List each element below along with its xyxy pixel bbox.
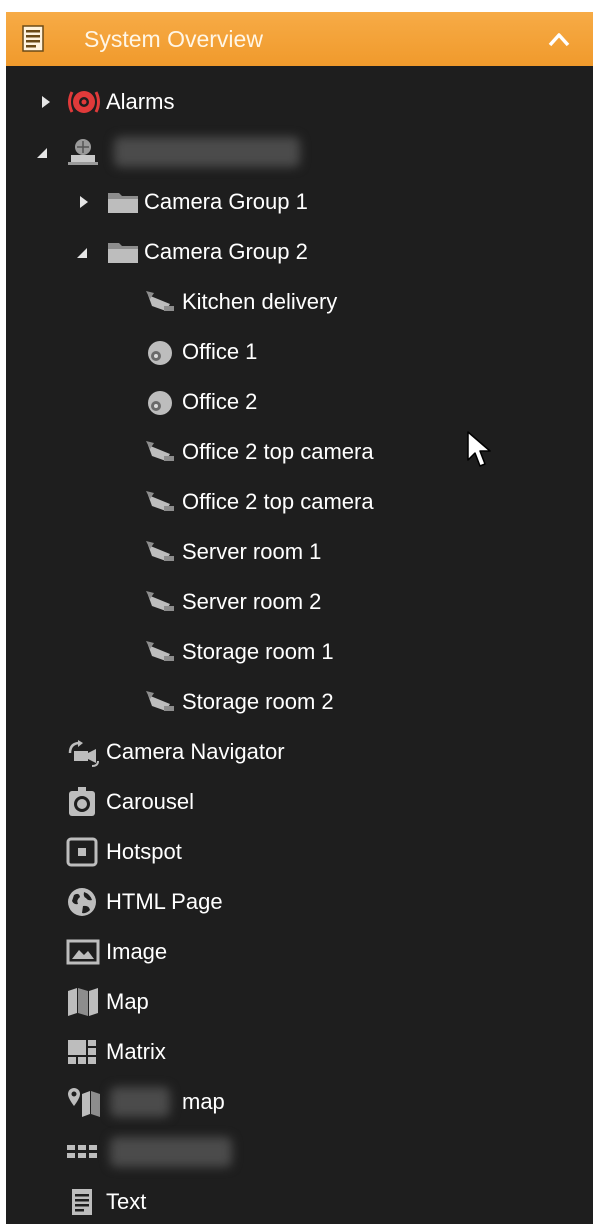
expand-arrow-icon[interactable]: [78, 195, 90, 209]
tree-item-label: Text: [106, 1189, 147, 1214]
tree-item-server[interactable]: [6, 129, 593, 175]
camera-icon: [146, 441, 174, 461]
tree-item-label: Camera Group 1: [144, 189, 308, 214]
tree-item-camera-group-1[interactable]: Camera Group 1: [6, 179, 593, 225]
document-icon: [22, 25, 44, 52]
expand-arrow-icon[interactable]: [40, 95, 52, 109]
camera-icon: [146, 541, 174, 561]
view-item-matrix[interactable]: Matrix: [6, 1029, 593, 1075]
tree-item-label: Server room 1: [182, 539, 322, 564]
tree-item-label: HTML Page: [106, 889, 223, 914]
dome-camera-icon: [148, 391, 172, 415]
tree-item-label: Carousel: [106, 789, 195, 814]
view-item-camera-navigator[interactable]: Camera Navigator: [6, 729, 593, 775]
tree-item-label: Map: [106, 989, 149, 1014]
tree-item-label: Camera Navigator: [106, 739, 285, 764]
mouse-cursor-icon: [467, 431, 491, 467]
tree-item-label: Server room 2: [182, 589, 322, 614]
camera-icon: [146, 591, 174, 611]
view-item-image[interactable]: Image: [6, 929, 593, 975]
chevron-up-icon[interactable]: [547, 30, 571, 48]
view-item-map[interactable]: Map: [6, 979, 593, 1025]
panel-header[interactable]: System Overview: [6, 12, 593, 66]
tree-item-camera[interactable]: Office 2 top camera: [6, 429, 593, 475]
globe-icon: [68, 888, 96, 916]
tree-item-label: Office 2: [182, 389, 258, 414]
collapse-arrow-icon[interactable]: [76, 245, 88, 259]
tree-item-label: Alarms: [106, 89, 175, 114]
camera-icon: [146, 641, 174, 661]
grid-icon: [67, 1145, 97, 1158]
tree-item-label: Office 1: [182, 339, 258, 364]
alarm-icon: [68, 91, 100, 113]
tree-item-label: Image: [106, 939, 168, 964]
tree-item-label: Camera Group 2: [144, 239, 308, 264]
folder-icon: [108, 243, 138, 263]
tree-item-label: Kitchen delivery: [182, 289, 338, 314]
hotspot-icon: [66, 837, 98, 867]
map-icon: [68, 988, 98, 1016]
tree-item-label: Storage room 2: [182, 689, 334, 714]
camera-icon: [146, 491, 174, 511]
map-pin-icon: [68, 1088, 100, 1117]
redacted-text: [110, 1087, 170, 1117]
tree-item-alarms[interactable]: Alarms: [6, 79, 593, 125]
view-item-redacted-map[interactable]: map: [6, 1079, 593, 1125]
tree-item-camera[interactable]: Office 2: [6, 379, 593, 425]
folder-icon: [108, 193, 138, 213]
tree-item-label: Storage room 1: [182, 639, 334, 664]
panel-title: System Overview: [84, 26, 263, 52]
redacted-text: [110, 1137, 232, 1167]
tree-item-label: Hotspot: [106, 839, 182, 864]
redacted-server-name: [114, 137, 300, 167]
tree-item-camera[interactable]: Storage room 2: [6, 679, 593, 725]
tree-item-camera[interactable]: Storage room 1: [6, 629, 593, 675]
tree-item-camera[interactable]: Server room 1: [6, 529, 593, 575]
tree-item-label: Matrix: [106, 1039, 166, 1064]
view-item-html-page[interactable]: HTML Page: [6, 879, 593, 925]
tree-item-label: Office 2 top camera: [182, 489, 374, 514]
collapse-arrow-icon[interactable]: [36, 145, 48, 159]
tree-item-camera[interactable]: Office 1: [6, 329, 593, 375]
image-icon: [66, 939, 100, 965]
tree-item-label: map: [182, 1089, 225, 1114]
server-icon: [68, 139, 98, 165]
camera-icon: [146, 291, 174, 311]
tree-item-camera[interactable]: Server room 2: [6, 579, 593, 625]
view-item-redacted[interactable]: [6, 1129, 593, 1175]
view-item-carousel[interactable]: Carousel: [6, 779, 593, 825]
tree-item-camera[interactable]: Kitchen delivery: [6, 279, 593, 325]
camera-icon: [146, 691, 174, 711]
tree-item-camera-group-2[interactable]: Camera Group 2: [6, 229, 593, 275]
carousel-icon: [69, 787, 95, 816]
text-icon: [72, 1189, 92, 1215]
view-item-text[interactable]: Text: [6, 1179, 593, 1224]
matrix-icon: [68, 1040, 96, 1064]
camera-navigator-icon: [68, 740, 99, 767]
tree-item-label: Office 2 top camera: [182, 439, 374, 464]
dome-camera-icon: [148, 341, 172, 365]
tree-item-camera[interactable]: Office 2 top camera: [6, 479, 593, 525]
system-overview-panel: System Overview Alarms Camera Group 1 Ca…: [6, 12, 593, 1224]
view-item-hotspot[interactable]: Hotspot: [6, 829, 593, 875]
